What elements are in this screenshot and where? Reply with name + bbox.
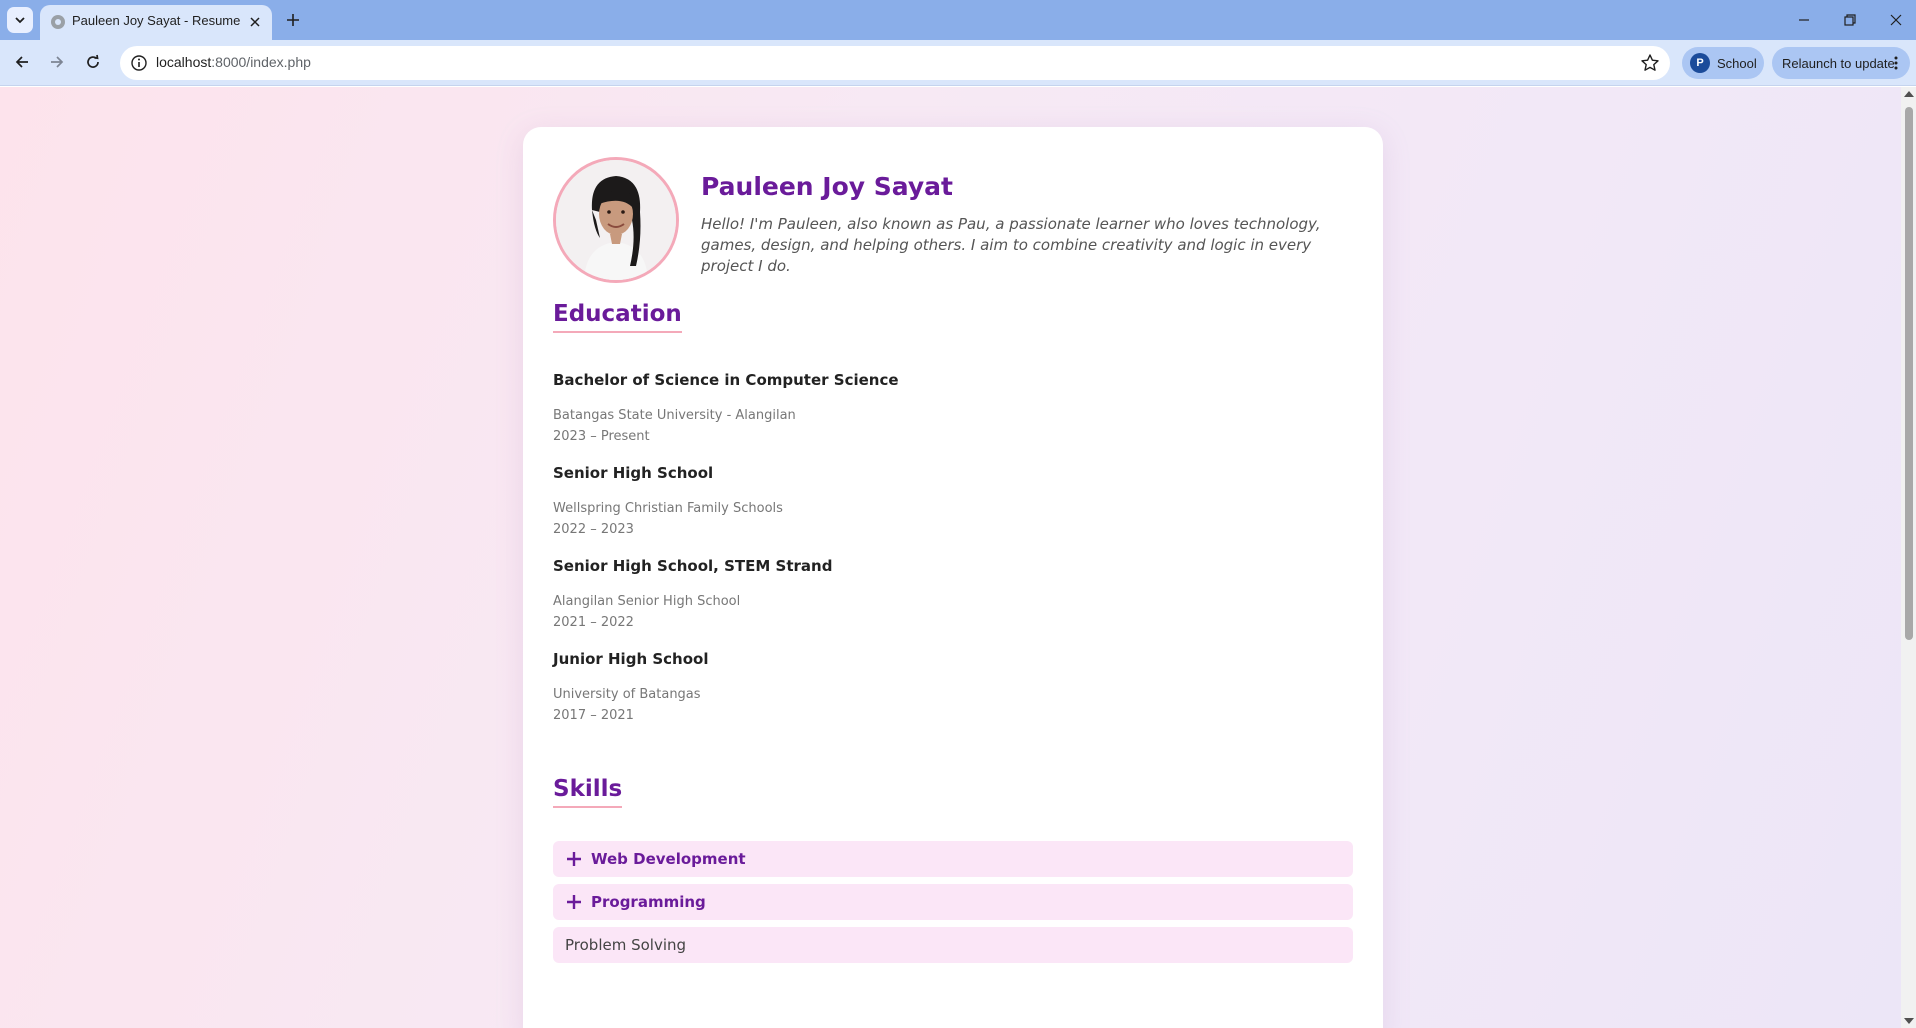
forward-arrow-icon (51, 56, 64, 68)
education-school-block: Wellspring Christian Family Schools 2022… (553, 498, 1253, 540)
url-path: :8000/index.php (211, 54, 311, 70)
education-years: 2017 – 2021 (553, 708, 634, 723)
profile-avatar: P (1690, 53, 1710, 73)
education-years: 2023 – Present (553, 429, 650, 444)
plus-icon (287, 14, 299, 26)
tab-close-button[interactable] (246, 13, 264, 31)
education-school: University of Batangas (553, 687, 701, 702)
bookmark-star-icon[interactable] (1640, 53, 1660, 73)
skill-problem-solving: Problem Solving (553, 927, 1353, 963)
skill-web-development[interactable]: Web Development (553, 841, 1353, 877)
tab-search-button[interactable] (7, 7, 33, 33)
skill-label: Programming (591, 893, 706, 911)
site-info-icon[interactable] (130, 54, 148, 72)
new-tab-button[interactable] (282, 9, 304, 31)
close-window-button[interactable] (1878, 4, 1914, 36)
skills-heading: Skills (553, 776, 623, 808)
close-icon (1890, 14, 1902, 26)
education-school-block: Batangas State University - Alangilan 20… (553, 405, 1253, 447)
globe-icon (51, 15, 65, 29)
education-degree: Junior High School (553, 650, 709, 668)
resume-card: Pauleen Joy Sayat Hello! I'm Pauleen, al… (523, 127, 1383, 1028)
education-school: Wellspring Christian Family Schools (553, 501, 783, 516)
close-icon (250, 17, 260, 27)
education-school-block: University of Batangas 2017 – 2021 (553, 684, 1253, 726)
url-host: localhost (156, 54, 212, 70)
chevron-down-icon (15, 17, 25, 24)
skill-programming[interactable]: Programming (553, 884, 1353, 920)
education-degree: Bachelor of Science in Computer Science (553, 371, 899, 389)
resume-bio: Hello! I'm Pauleen, also known as Pau, a… (701, 215, 1321, 275)
skill-label: Problem Solving (565, 936, 687, 954)
reload-button[interactable] (80, 49, 106, 75)
vertical-scrollbar[interactable] (1901, 87, 1916, 1028)
active-tab[interactable]: Pauleen Joy Sayat - Resume (40, 5, 272, 40)
profile-photo (553, 157, 679, 283)
scroll-down-arrow-icon[interactable] (1904, 1018, 1914, 1024)
skill-label: Web Development (591, 850, 746, 868)
reload-icon (87, 54, 99, 68)
browser-toolbar: localhost:8000/index.php P School Relaun… (0, 40, 1916, 86)
education-years: 2022 – 2023 (553, 522, 634, 537)
resume-name: Pauleen Joy Sayat (701, 172, 954, 201)
education-entry: Senior High School, STEM Strand Alangila… (553, 557, 1253, 633)
minimize-button[interactable] (1786, 4, 1822, 36)
profile-name: School (1717, 55, 1757, 71)
education-degree: Senior High School, STEM Strand (553, 557, 833, 575)
forward-button[interactable] (44, 49, 70, 75)
relaunch-label: Relaunch to update (1782, 55, 1895, 71)
relaunch-button[interactable]: Relaunch to update (1772, 47, 1910, 79)
education-degree: Senior High School (553, 464, 714, 482)
page-viewport: Pauleen Joy Sayat Hello! I'm Pauleen, al… (0, 87, 1916, 1028)
education-heading: Education (553, 301, 682, 333)
url-text: localhost:8000/index.php (156, 54, 311, 70)
education-school: Batangas State University - Alangilan (553, 408, 796, 423)
plus-icon (567, 895, 581, 909)
scroll-up-arrow-icon[interactable] (1904, 91, 1914, 97)
address-bar[interactable]: localhost:8000/index.php (120, 46, 1670, 80)
tab-title: Pauleen Joy Sayat - Resume (72, 13, 241, 28)
scroll-thumb[interactable] (1905, 107, 1913, 640)
back-button[interactable] (9, 49, 35, 75)
profile-button[interactable]: P School (1682, 47, 1764, 79)
plus-icon (567, 852, 581, 866)
minimize-icon (1799, 19, 1809, 21)
education-school: Alangilan Senior High School (553, 594, 741, 609)
restore-button[interactable] (1832, 4, 1868, 36)
education-entry: Bachelor of Science in Computer Science … (553, 371, 1253, 447)
tab-strip: Pauleen Joy Sayat - Resume (0, 0, 1916, 40)
restore-icon (1844, 14, 1856, 26)
education-school-block: Alangilan Senior High School 2021 – 2022 (553, 591, 1253, 633)
education-entry: Senior High School Wellspring Christian … (553, 464, 1253, 540)
back-arrow-icon (15, 56, 28, 68)
education-entry: Junior High School University of Batanga… (553, 650, 1253, 726)
person-photo-icon (556, 160, 676, 280)
education-years: 2021 – 2022 (553, 615, 634, 630)
more-vert-icon[interactable] (1888, 55, 1904, 71)
